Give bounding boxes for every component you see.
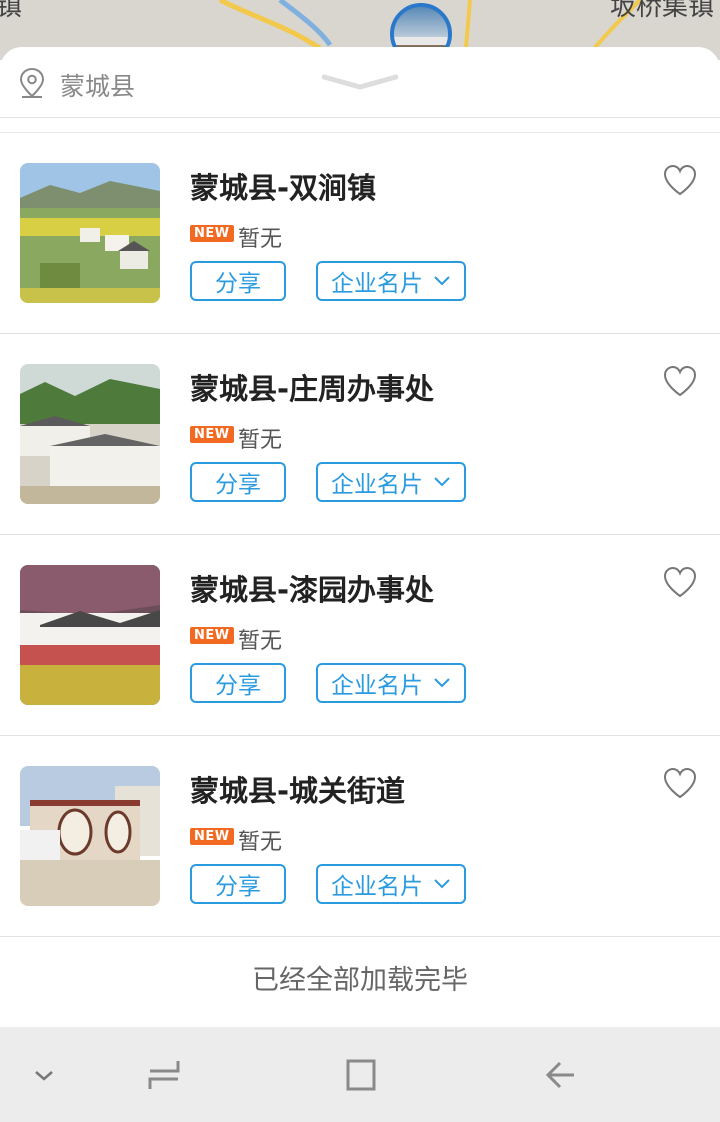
share-button-label: 分享 <box>215 874 261 900</box>
new-badge: NEW <box>190 828 234 845</box>
chevron-down-icon[interactable] <box>322 71 398 93</box>
chevron-down-icon <box>434 879 450 889</box>
divider <box>0 118 720 133</box>
business-card-label: 企业名片 <box>331 271 423 297</box>
sheet-header: 蒙城县 <box>0 47 720 118</box>
share-button[interactable]: 分享 <box>190 663 286 703</box>
location-pin-icon <box>19 67 45 98</box>
end-of-list-message: 已经全部加载完毕 <box>252 965 468 996</box>
nav-back-icon[interactable] <box>540 1055 580 1095</box>
business-card-label: 企业名片 <box>331 874 423 900</box>
list-item[interactable]: 蒙城县-漆园办事处 NEW 暂无 分享 企业名片 <box>0 535 720 736</box>
business-card-label: 企业名片 <box>331 673 423 699</box>
item-title[interactable]: 蒙城县-漆园办事处 <box>190 567 434 609</box>
list-item[interactable]: 蒙城县-城关街道 NEW 暂无 分享 企业名片 <box>0 736 720 937</box>
item-status: 暂无 <box>238 227 283 252</box>
business-card-dropdown[interactable]: 企业名片 <box>316 864 466 904</box>
item-title[interactable]: 蒙城县-庄周办事处 <box>190 366 434 408</box>
share-button-label: 分享 <box>215 673 261 699</box>
item-status: 暂无 <box>238 830 283 855</box>
business-card-label: 企业名片 <box>331 472 423 498</box>
item-status: 暂无 <box>238 428 283 453</box>
nav-home-icon[interactable] <box>340 1055 380 1095</box>
list-item[interactable]: 蒙城县-庄周办事处 NEW 暂无 分享 企业名片 <box>0 334 720 535</box>
share-button-label: 分享 <box>215 472 261 498</box>
business-card-dropdown[interactable]: 企业名片 <box>316 462 466 502</box>
heart-icon[interactable] <box>662 364 698 398</box>
map-place-label: 镇 <box>0 0 23 22</box>
heart-icon[interactable] <box>662 163 698 197</box>
chevron-down-icon <box>434 678 450 688</box>
new-badge: NEW <box>190 426 234 443</box>
location-label: 蒙城县 <box>60 72 136 101</box>
heart-icon[interactable] <box>662 565 698 599</box>
list-item[interactable]: 蒙城县-双涧镇 NEW 暂无 分享 企业名片 <box>0 133 720 334</box>
nav-hide-icon[interactable] <box>24 1055 64 1095</box>
share-button[interactable]: 分享 <box>190 261 286 301</box>
system-navigation-bar <box>0 1027 720 1122</box>
share-button[interactable]: 分享 <box>190 864 286 904</box>
results-sheet: 蒙城县 蒙城县-双涧镇 NEW 暂无 分享 企业名片 蒙城县-庄周办事处 NEW… <box>0 47 720 1027</box>
thumbnail-image[interactable] <box>20 364 160 504</box>
thumbnail-image[interactable] <box>20 163 160 303</box>
heart-icon[interactable] <box>662 766 698 800</box>
map-place-label: 坂桥集镇 <box>609 0 714 22</box>
thumbnail-image[interactable] <box>20 766 160 906</box>
item-title[interactable]: 蒙城县-城关街道 <box>190 768 405 810</box>
share-button[interactable]: 分享 <box>190 462 286 502</box>
item-title[interactable]: 蒙城县-双涧镇 <box>190 165 376 207</box>
nav-recent-icon[interactable] <box>144 1055 184 1095</box>
thumbnail-image[interactable] <box>20 565 160 705</box>
new-badge: NEW <box>190 627 234 644</box>
business-card-dropdown[interactable]: 企业名片 <box>316 663 466 703</box>
business-card-dropdown[interactable]: 企业名片 <box>316 261 466 301</box>
item-status: 暂无 <box>238 629 283 654</box>
share-button-label: 分享 <box>215 271 261 297</box>
chevron-down-icon <box>434 477 450 487</box>
new-badge: NEW <box>190 225 234 242</box>
chevron-down-icon <box>434 276 450 286</box>
